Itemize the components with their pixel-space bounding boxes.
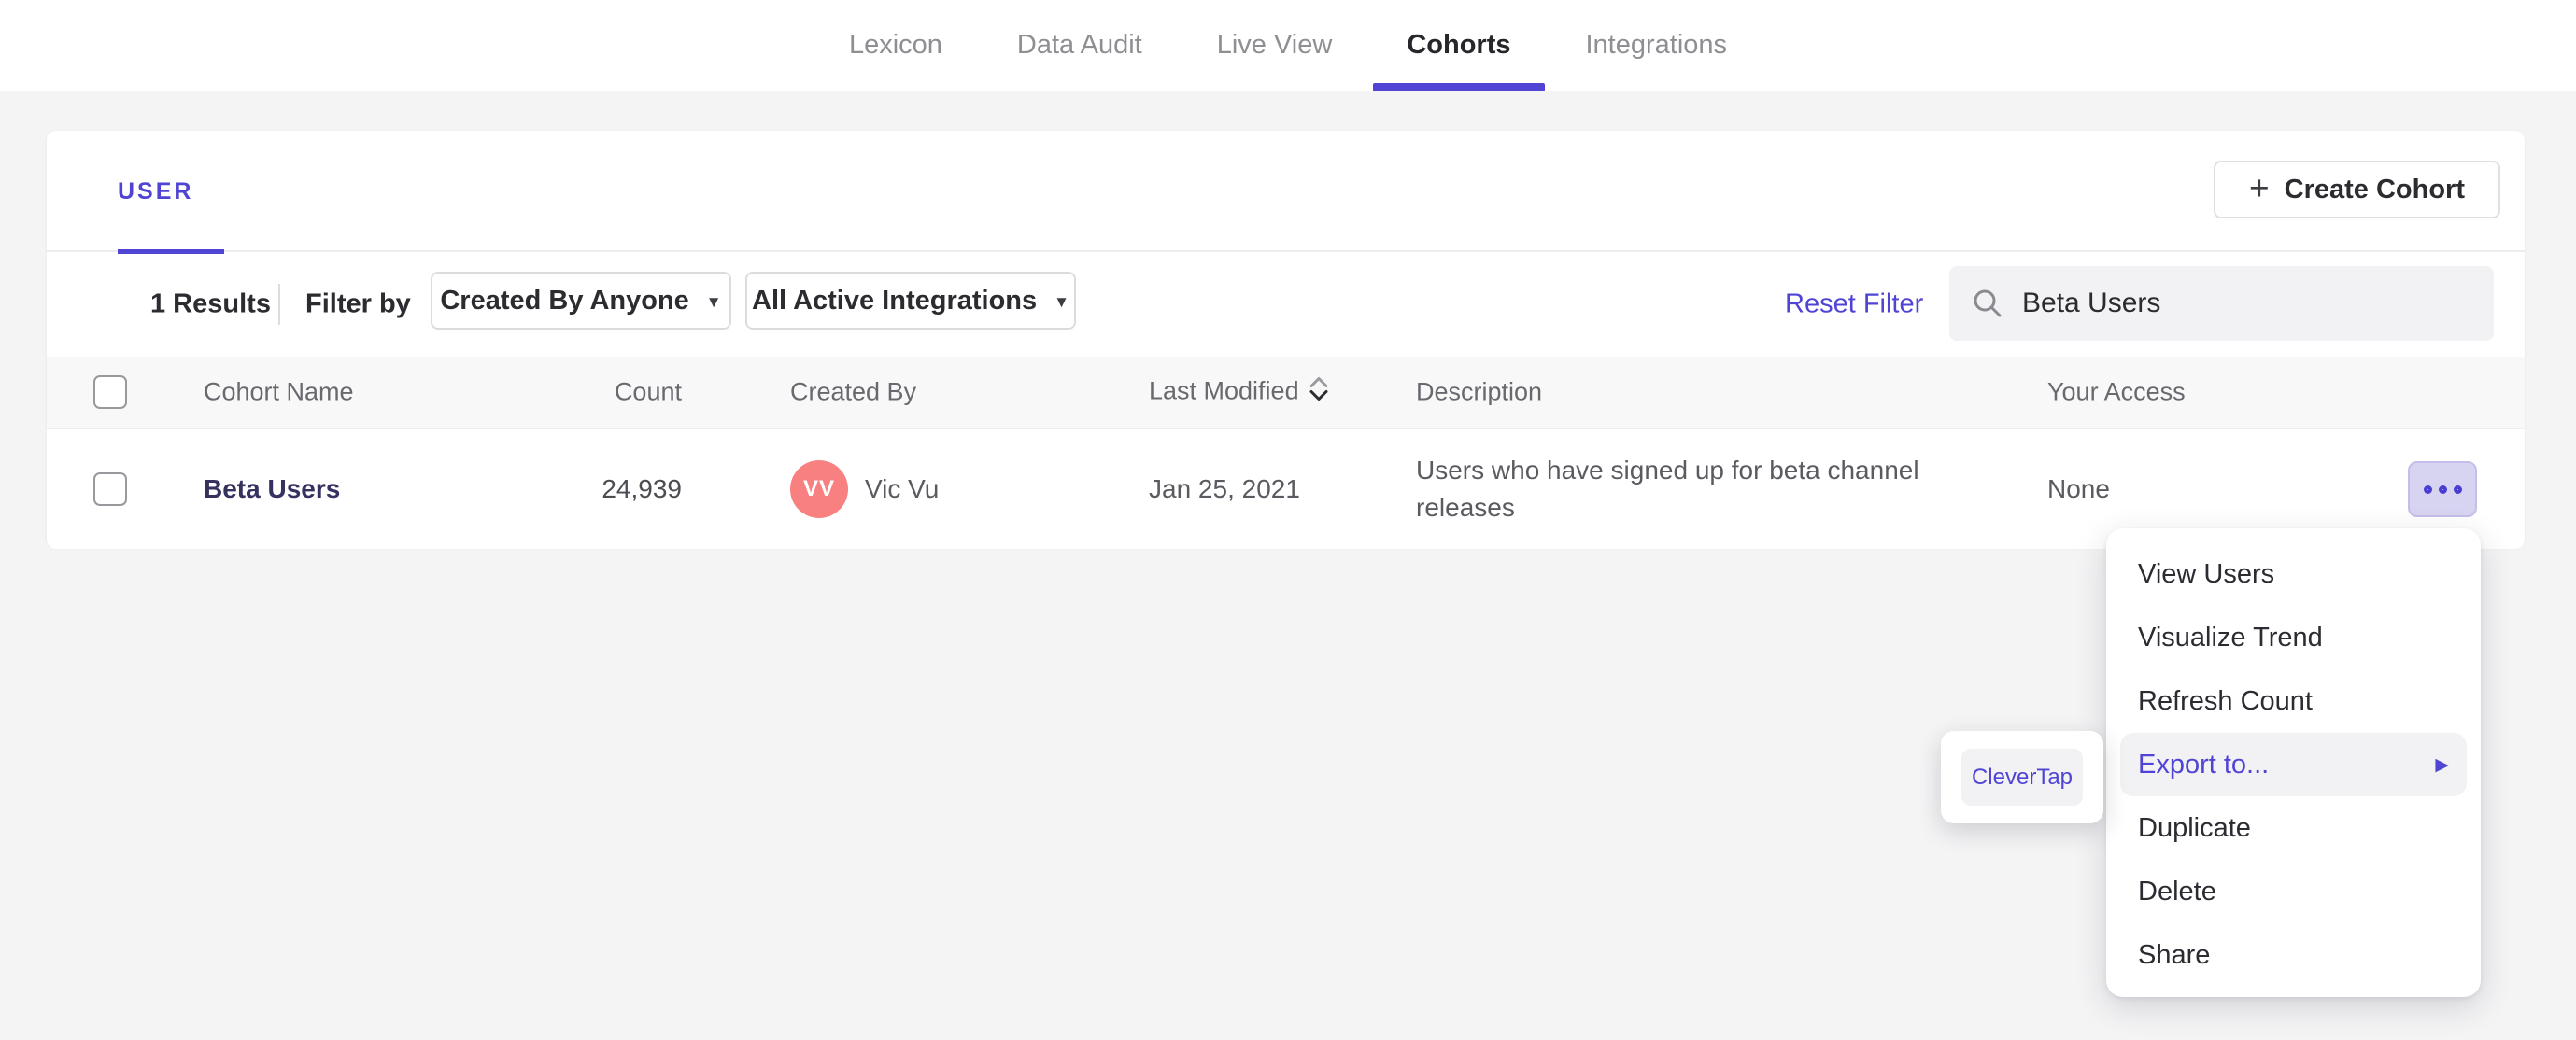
- search-input[interactable]: [2022, 288, 2471, 319]
- ellipsis-icon: [2453, 485, 2462, 494]
- menu-item-refresh-count[interactable]: Refresh Count: [2106, 669, 2481, 733]
- header-your-access: Your Access: [2047, 377, 2186, 406]
- create-cohort-label: Create Cohort: [2284, 174, 2465, 204]
- create-cohort-button[interactable]: + Create Cohort: [2214, 161, 2500, 218]
- filter-by-label: Filter by: [305, 288, 411, 319]
- top-navigation: Lexicon Data Audit Live View Cohorts Int…: [0, 0, 2576, 91]
- avatar: VV: [790, 460, 848, 518]
- tab-integrations[interactable]: Integrations: [1586, 0, 1728, 91]
- header-description: Description: [1416, 377, 1543, 406]
- menu-item-duplicate[interactable]: Duplicate: [2106, 796, 2481, 860]
- submenu-arrow-icon: ▶: [2435, 754, 2449, 775]
- menu-item-view-users[interactable]: View Users: [2106, 542, 2481, 606]
- row-actions-button[interactable]: [2408, 461, 2477, 517]
- row-actions-menu: View Users Visualize Trend Refresh Count…: [2106, 528, 2481, 997]
- caret-down-icon: ▼: [1054, 292, 1069, 311]
- created-by-dropdown-label: Created By Anyone: [440, 285, 689, 316]
- tab-cohorts-label: Cohorts: [1407, 30, 1511, 60]
- cohort-count: 24,939: [602, 474, 682, 503]
- results-count: 1 Results: [150, 288, 271, 319]
- export-submenu: CleverTap: [1941, 731, 2103, 823]
- last-modified-cell: Jan 25, 2021: [1149, 474, 1300, 503]
- header-count: Count: [614, 377, 682, 406]
- tab-user-label: USER: [118, 177, 194, 204]
- menu-item-visualize-trend[interactable]: Visualize Trend: [2106, 606, 2481, 669]
- ellipsis-icon: [2423, 485, 2432, 494]
- tab-cohorts[interactable]: Cohorts: [1372, 0, 1545, 91]
- menu-item-delete[interactable]: Delete: [2106, 860, 2481, 923]
- row-checkbox[interactable]: [93, 472, 127, 506]
- description-cell: Users who have signed up for beta channe…: [1416, 456, 1919, 522]
- tab-live-view[interactable]: Live View: [1217, 0, 1333, 91]
- cohorts-panel: USER + Create Cohort 1 Results Filter by…: [47, 131, 2525, 549]
- menu-item-export-to-label: Export to...: [2138, 749, 2270, 780]
- your-access-cell: None: [2047, 474, 2110, 503]
- submenu-item-clevertap[interactable]: CleverTap: [1961, 749, 2083, 806]
- creator-name: Vic Vu: [865, 474, 940, 503]
- header-cohort-name: Cohort Name: [204, 377, 354, 406]
- caret-down-icon: ▼: [705, 292, 722, 311]
- tab-data-audit[interactable]: Data Audit: [1017, 0, 1142, 91]
- table-header: Cohort Name Count Created By Last Modifi…: [47, 357, 2525, 429]
- search-icon: [1974, 289, 2002, 317]
- panel-tabbar: USER + Create Cohort: [47, 131, 2525, 254]
- integrations-dropdown[interactable]: All Active Integrations ▼: [745, 272, 1076, 330]
- reset-filter-link[interactable]: Reset Filter: [1785, 289, 1923, 320]
- cohort-name-link[interactable]: Beta Users: [204, 474, 340, 504]
- menu-item-share[interactable]: Share: [2106, 923, 2481, 987]
- active-tab-underline: [1372, 82, 1545, 91]
- sort-icon: [1309, 376, 1329, 409]
- search-box[interactable]: [1949, 266, 2494, 341]
- menu-item-export-to[interactable]: Export to... ▶: [2120, 733, 2467, 796]
- filter-bar: 1 Results Filter by Created By Anyone ▼ …: [47, 252, 2525, 357]
- divider: [278, 284, 280, 325]
- tab-user[interactable]: USER: [118, 131, 224, 254]
- ellipsis-icon: [2438, 485, 2447, 494]
- header-created-by: Created By: [790, 377, 917, 406]
- tab-lexicon[interactable]: Lexicon: [849, 0, 942, 91]
- select-all-checkbox[interactable]: [93, 375, 127, 409]
- created-by-cell: VV Vic Vu: [790, 460, 939, 518]
- header-last-modified[interactable]: Last Modified: [1149, 376, 1329, 409]
- plus-icon: +: [2249, 169, 2270, 207]
- header-last-modified-label: Last Modified: [1149, 376, 1299, 405]
- integrations-dropdown-label: All Active Integrations: [752, 285, 1038, 316]
- created-by-dropdown[interactable]: Created By Anyone ▼: [431, 272, 731, 330]
